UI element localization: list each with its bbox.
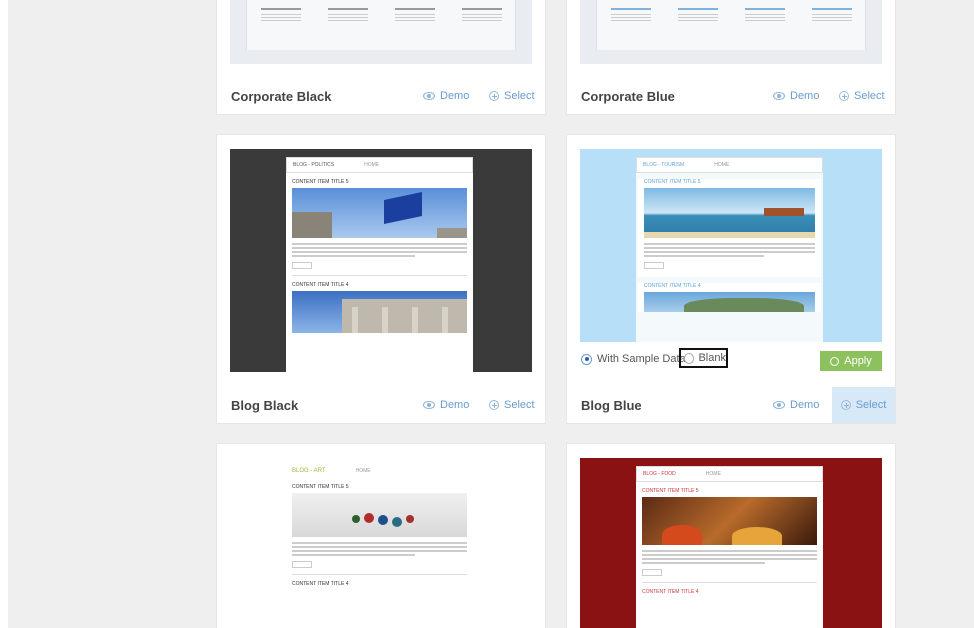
mock-item-title: CONTENT ITEM TITLE 5 [644,179,701,185]
radio-unchecked-icon[interactable] [684,352,695,364]
plus-icon [839,91,849,101]
demo-link[interactable]: Demo [423,90,469,102]
mock-site-title: BLOG - TOURISM [643,162,685,168]
select-pointer [863,378,875,384]
mock-site-title: BLOG - POLITICS [293,162,335,168]
radio-checked-icon[interactable] [581,353,592,365]
mock-item-title: CONTENT ITEM TITLE 4 [292,282,349,288]
with-sample-data-option[interactable]: With Sample Data [581,353,686,365]
demo-link[interactable]: Demo [423,399,469,411]
select-link[interactable]: Select [489,399,535,411]
template-card-blog-blue: BLOG - TOURISM HOME CONTENT ITEM TITLE 5 … [567,135,895,423]
blank-option[interactable]: Blank [679,348,728,368]
template-card-blog-food: BLOG - FOOD HOME CONTENT ITEM TITLE 5 CON… [567,444,895,628]
select-link[interactable]: Select [489,90,535,102]
select-link-active[interactable]: Select [832,387,895,423]
template-card-blog-art: BLOG - ART HOME CONTENT ITEM TITLE 5 CONT… [217,444,545,628]
template-thumbnail[interactable] [580,0,882,64]
template-thumbnail[interactable]: BLOG - ART HOME CONTENT ITEM TITLE 5 CONT… [230,458,532,628]
template-card-corporate-black: Corporate Black Demo Select [217,0,545,114]
beach-image [644,188,815,238]
flag-image [292,188,467,238]
eye-icon [423,401,435,409]
building-image [292,291,467,333]
template-thumbnail[interactable]: BLOG - POLITICS HOME CONTENT ITEM TITLE 5… [230,149,532,372]
demo-link[interactable]: Demo [773,399,819,411]
mock-item-title: CONTENT ITEM TITLE 5 [292,179,349,185]
left-edge [0,0,8,628]
template-thumbnail[interactable]: BLOG - TOURISM HOME CONTENT ITEM TITLE 5 … [580,149,882,349]
template-thumbnail[interactable]: BLOG - FOOD HOME CONTENT ITEM TITLE 5 CON… [580,458,882,628]
template-name: Corporate Blue [581,88,675,104]
plus-icon [489,400,499,410]
beads-image [292,493,467,537]
template-card-corporate-blue: Corporate Blue Demo Select [567,0,895,114]
template-name: Blog Blue [581,397,642,413]
template-thumbnail[interactable] [230,0,532,64]
template-name: Blog Black [231,397,299,413]
apply-button[interactable]: Apply [820,351,882,371]
mock-item-title: CONTENT ITEM TITLE 5 [292,484,349,490]
arrow-circle-icon [830,356,840,366]
coast-image [644,292,815,312]
eye-icon [423,92,435,100]
mock-item-title: CONTENT ITEM TITLE 4 [292,581,349,587]
mock-item-title: CONTENT ITEM TITLE 4 [644,283,701,289]
demo-link[interactable]: Demo [773,90,819,102]
mock-item-title: CONTENT ITEM TITLE 4 [642,589,699,595]
eye-icon [773,92,785,100]
plus-icon [489,91,499,101]
mock-item-title: CONTENT ITEM TITLE 5 [642,488,699,494]
sample-data-options: With Sample Data Blank Apply [567,342,895,378]
mock-site-title: BLOG - FOOD [643,471,676,477]
plus-icon [840,400,851,410]
template-name: Corporate Black [231,88,332,104]
spices-image [642,497,817,545]
template-card-blog-black: BLOG - POLITICS HOME CONTENT ITEM TITLE 5… [217,135,545,423]
select-link[interactable]: Select [839,90,885,102]
mock-site-title: BLOG - ART [292,468,326,474]
eye-icon [773,401,785,409]
